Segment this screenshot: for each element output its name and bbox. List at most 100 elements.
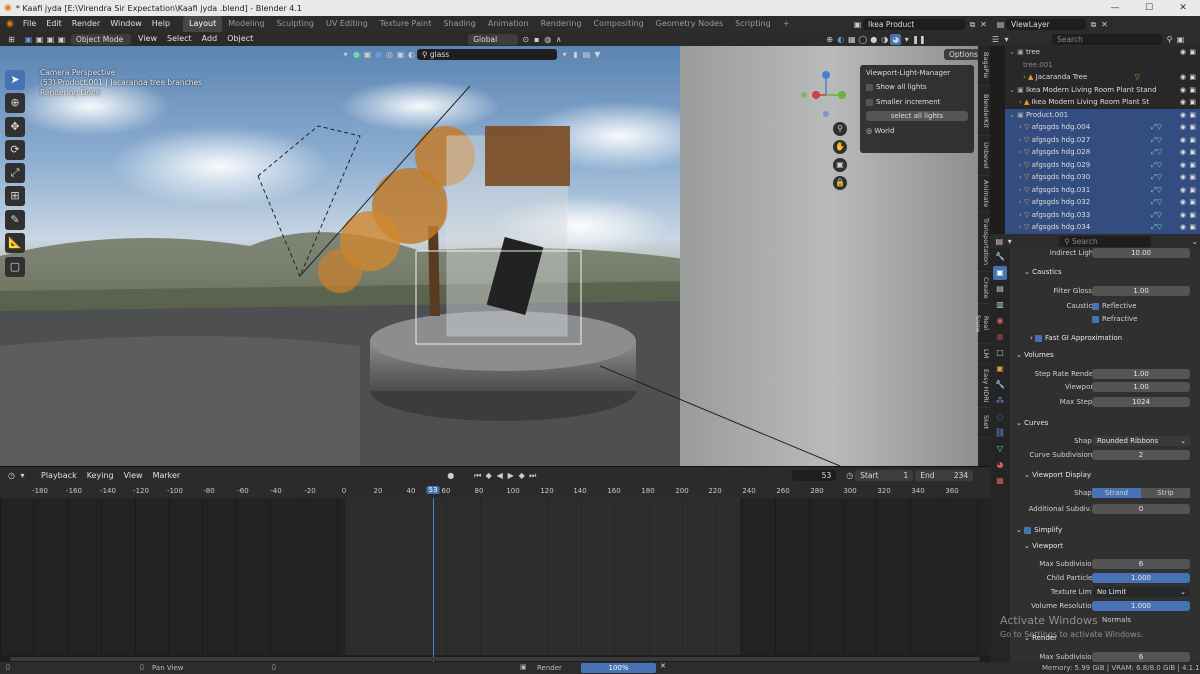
- dropdown-icon[interactable]: ▾: [17, 470, 28, 481]
- select-extend-icon[interactable]: ▣: [34, 34, 45, 45]
- tab-transportation[interactable]: Transportation: [978, 212, 990, 272]
- collection-tab-icon[interactable]: ▢: [993, 346, 1007, 360]
- pin-icon[interactable]: ⌄: [1189, 236, 1200, 247]
- render-camera-icon[interactable]: ▣: [1189, 121, 1196, 134]
- new-collection-icon[interactable]: ▣: [1175, 34, 1186, 45]
- frame-range-area[interactable]: [345, 498, 740, 655]
- maximize-icon[interactable]: ☐: [1132, 0, 1166, 16]
- child-particles-slider[interactable]: 1.000: [1092, 573, 1190, 583]
- tab-uv-editing[interactable]: UV Editing: [320, 16, 374, 32]
- shading-rendered-icon[interactable]: ◕: [890, 33, 902, 45]
- strip-option[interactable]: Strip: [1141, 488, 1190, 498]
- rotate-tool-icon[interactable]: ⟳: [5, 140, 25, 160]
- menu-render[interactable]: Render: [67, 16, 105, 32]
- outliner-item[interactable]: › ▽ afgsgds hdg.032 ⤢▽ ◉ ▣: [1005, 196, 1200, 209]
- tab-animation[interactable]: Animation: [482, 16, 535, 32]
- visibility-eye-icon[interactable]: ◉: [1180, 121, 1186, 134]
- output-tab-icon[interactable]: ▤: [993, 282, 1007, 296]
- add-cube-tool-icon[interactable]: ▢: [5, 257, 25, 277]
- visibility-eye-icon[interactable]: ◉: [1180, 196, 1186, 209]
- outliner-item[interactable]: ⌄ ▣ Ikea Modern Living Room Plant Stand ◉…: [1005, 84, 1200, 97]
- physics-tab-icon[interactable]: ◌: [993, 410, 1007, 424]
- add-workspace-icon[interactable]: +: [777, 16, 796, 32]
- tab-modeling[interactable]: Modeling: [222, 16, 270, 32]
- viewport-menu-select[interactable]: Select: [162, 31, 197, 47]
- select-tool-icon[interactable]: ➤: [5, 70, 25, 90]
- select-invert-icon[interactable]: ▣: [56, 34, 67, 45]
- show-all-lights-checkbox[interactable]: Show all lights: [860, 81, 974, 93]
- outliner-item[interactable]: › ▽ afgsgds hdg.030 ⤢▽ ◉ ▣: [1005, 171, 1200, 184]
- visibility-eye-icon[interactable]: ◉: [1180, 209, 1186, 222]
- world-item[interactable]: ◎ World: [860, 123, 974, 139]
- navigation-gizmo[interactable]: [796, 70, 856, 130]
- dropdown-icon[interactable]: ▾: [1005, 236, 1016, 247]
- select-box-icon[interactable]: ▣: [23, 34, 34, 45]
- outliner-item[interactable]: › ▽ afgsgds hdg.027 ⤢▽ ◉ ▣: [1005, 133, 1200, 147]
- sphere-icon[interactable]: ◎: [384, 49, 395, 60]
- timeline-menu-marker[interactable]: Marker: [148, 468, 186, 484]
- playhead-line[interactable]: [433, 498, 434, 662]
- outliner-item[interactable]: › ▲ Ikea Modern Living Room Plant St ◉ ▣: [1005, 96, 1200, 109]
- delete-layer-icon[interactable]: ✕: [1099, 19, 1110, 30]
- object-mode-dropdown[interactable]: Object Mode: [71, 33, 131, 45]
- render-camera-icon[interactable]: ▣: [1189, 159, 1196, 172]
- funnel-icon[interactable]: ▼: [592, 49, 603, 60]
- render-camera-icon[interactable]: ▣: [1189, 171, 1196, 184]
- outliner-item[interactable]: › ▽ afgsgds hdg.034 ⤢▽ ◉ ▣: [1005, 221, 1200, 234]
- scene-tab-icon[interactable]: ◉: [993, 314, 1007, 328]
- menu-window[interactable]: Window: [105, 16, 147, 32]
- indirect-light-field[interactable]: 10.00: [1092, 248, 1190, 258]
- simplify-section[interactable]: ⌄ Simplify: [1016, 525, 1062, 536]
- render-camera-icon[interactable]: ▣: [1189, 134, 1196, 147]
- view-layer-selector[interactable]: ViewLayer: [1006, 18, 1086, 30]
- visibility-eye-icon[interactable]: ◉: [1180, 146, 1186, 159]
- sort-icon[interactable]: ▤: [581, 49, 592, 60]
- additional-subdiv-field[interactable]: 0: [1092, 504, 1190, 514]
- particles-tab-icon[interactable]: ⁂: [993, 394, 1007, 408]
- texture-limit-dropdown[interactable]: No Limit ⌄: [1092, 587, 1190, 597]
- editor-type-icon[interactable]: ⊞: [6, 34, 17, 45]
- outliner-filter-icon[interactable]: ⚲: [1164, 34, 1175, 45]
- step-rate-render-field[interactable]: 1.00: [1092, 369, 1190, 379]
- restrict-icon[interactable]: ●: [351, 49, 362, 60]
- lock-camera-icon[interactable]: 🔒: [833, 176, 847, 190]
- properties-editor-icon[interactable]: ▤: [994, 236, 1005, 247]
- tab-sket[interactable]: Sket: [978, 408, 990, 438]
- reflective-checkbox[interactable]: Reflective: [1092, 301, 1137, 312]
- tab-sculpting[interactable]: Sculpting: [271, 16, 320, 32]
- properties-search-input[interactable]: ⚲ Search: [1059, 235, 1152, 247]
- timeline-scrollbar[interactable]: [10, 657, 980, 661]
- select-all-lights-button[interactable]: select all lights: [866, 111, 968, 121]
- visibility-eye-icon[interactable]: ◉: [1180, 46, 1186, 59]
- refractive-checkbox[interactable]: Refractive: [1092, 314, 1137, 325]
- mesh-icon[interactable]: ▣: [362, 49, 373, 60]
- prev-keyframe-icon[interactable]: ◆: [483, 470, 494, 481]
- delete-scene-icon[interactable]: ✕: [978, 19, 989, 30]
- view-layer-tab-icon[interactable]: ▥: [993, 298, 1007, 312]
- render-camera-icon[interactable]: ▣: [1189, 46, 1196, 59]
- measure-tool-icon[interactable]: 📐: [5, 233, 25, 253]
- visibility-eye-icon[interactable]: ◉: [1180, 171, 1186, 184]
- copy-scene-icon[interactable]: ⧉: [967, 19, 978, 30]
- caustics-section[interactable]: ⌄ Caustics: [1024, 267, 1062, 278]
- render-camera-icon[interactable]: ▣: [1189, 109, 1196, 122]
- strand-option[interactable]: Strand: [1092, 488, 1141, 498]
- tab-bagapie[interactable]: BagaPie: [978, 46, 990, 86]
- data-tab-icon[interactable]: ▽: [993, 442, 1007, 456]
- overlay-toggle-icon[interactable]: ◐: [835, 34, 846, 45]
- record-icon[interactable]: ●: [445, 470, 456, 481]
- jump-start-icon[interactable]: ⏮: [472, 470, 483, 481]
- timeline-menu-view[interactable]: View: [119, 468, 148, 484]
- blender-menu-icon[interactable]: ◉: [6, 19, 14, 29]
- scale-tool-icon[interactable]: ⤢: [5, 163, 25, 183]
- tool-tab-icon[interactable]: 🔧: [993, 250, 1007, 264]
- outliner-search-input[interactable]: Search: [1052, 33, 1162, 45]
- copy-layer-icon[interactable]: ⧉: [1088, 19, 1099, 30]
- visibility-eye-icon[interactable]: ◉: [1180, 134, 1186, 147]
- outliner-item[interactable]: › ▲ Jacaranda Tree ▽ ◉ ▣: [1005, 71, 1200, 84]
- tab-unbevel[interactable]: Unbevel: [978, 136, 990, 176]
- globe-icon[interactable]: ●: [373, 49, 384, 60]
- current-frame-field[interactable]: 53: [792, 470, 837, 481]
- close-icon[interactable]: ✕: [1166, 0, 1200, 16]
- outliner-item[interactable]: tree.001: [1005, 59, 1200, 72]
